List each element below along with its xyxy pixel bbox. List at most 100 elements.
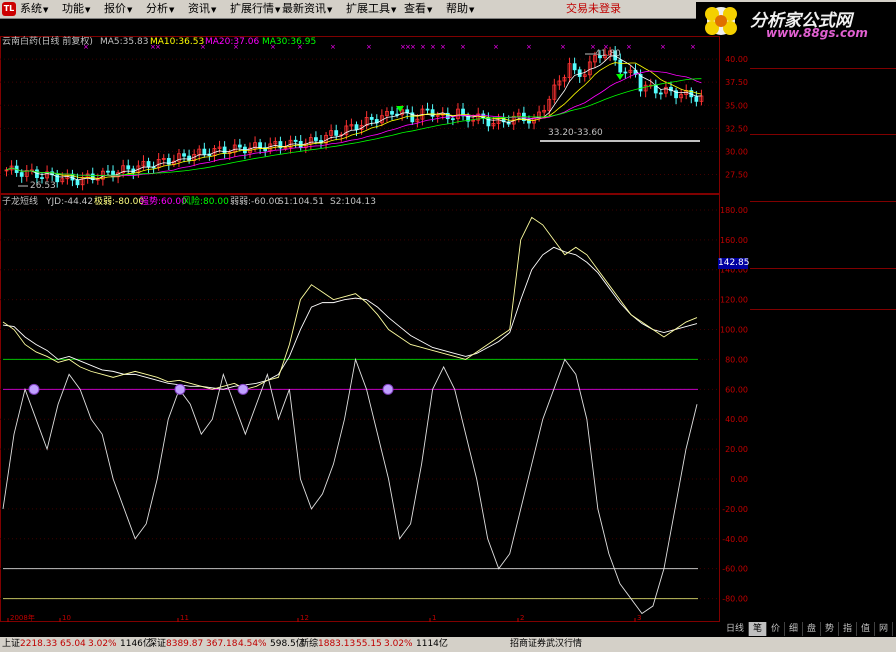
signal-x-mark: × [660,43,666,51]
indicator-tick-label: 160.00 [720,236,748,245]
price-axis: 40.00 37.50 35.00 32.50 30.00 27.50 [725,55,748,179]
tick-row [750,337,896,349]
chevron-down-icon: ▼ [391,6,397,14]
weibi-row [750,56,896,68]
sz-index-label: 深证 [148,639,167,649]
menu-item-1[interactable]: 功能▼ [62,2,90,17]
bottom-tab-7[interactable]: 值 [857,622,875,636]
bottom-tab-2[interactable]: 价 [767,622,785,636]
tick-row [750,454,896,466]
low-price-label: 26.53 [30,181,56,191]
candle-body [70,173,75,181]
indicator-tick-label: 100.00 [720,326,748,335]
bottom-tab-3[interactable]: 细 [785,622,803,636]
menu-item-label: 最新资讯 [282,2,326,15]
sh-index-value: 2218.33 [20,639,58,649]
menu-item-9[interactable]: 帮助▼ [446,2,474,17]
xz-index-value: 1883.13 [318,639,356,649]
signal-x-mark: × [330,43,336,51]
chevron-down-icon: ▼ [275,6,281,14]
tick-row [750,467,896,479]
candle-body [623,71,628,74]
xz-index-change: 55.15 [356,639,382,649]
bottom-tab-8[interactable]: 网 [875,622,893,636]
price-tick-label: 40.00 [725,55,748,64]
signal-x-mark: × [626,43,632,51]
candle-body [258,142,263,149]
menu-item-0[interactable]: 系统▼ [20,2,48,17]
tick-row [750,402,896,414]
signal-face-icon [174,383,186,395]
broker-name: 招商证券武汉行情 [510,639,583,649]
bottom-tab-4[interactable]: 盘 [803,622,821,636]
menu-item-6[interactable]: 最新资讯▼ [282,2,332,17]
indicator-tick-label: 80.00 [725,355,748,364]
sh-index-pct: 3.02% [88,639,117,649]
candle-body [486,117,491,127]
time-tick-label: 11 [180,614,189,622]
candle-body [19,172,24,177]
brand-url[interactable]: www.88gs.com [766,26,868,40]
indicator-cursor-value: 142.85 [718,258,750,269]
price-tick-label: 27.50 [725,171,748,180]
menu-item-7[interactable]: 扩展工具▼ [346,2,396,17]
buy-row [750,162,896,174]
bottom-tab-6[interactable]: 指 [839,622,857,636]
price-grid [0,58,720,176]
candle-body [187,155,192,161]
indicator-tick-label: -20.00 [722,505,748,514]
candle-body [694,96,699,102]
menu-item-3[interactable]: 分析▼ [146,2,174,17]
signal-x-mark: × [493,43,499,51]
high-price-label: 41.80 [595,49,621,59]
stat2-row [750,270,896,282]
xz-index-pct: 3.02% [384,639,413,649]
menu-item-label: 帮助 [446,2,468,15]
s1-line [2,216,698,390]
candle-body [658,92,663,95]
tick-row [750,506,896,518]
buy-row [750,149,896,161]
indicator-lines [2,216,698,615]
menu-item-label: 系统 [20,2,42,15]
signal-x-mark: × [410,43,416,51]
tick-row [750,415,896,427]
tick-row [750,441,896,453]
candle-body [237,144,242,148]
xz-index-label: 新综 [300,639,319,649]
indicator-tick-label: 180.00 [720,206,748,215]
bottom-tab-5[interactable]: 势 [821,622,839,636]
time-tick-label: 10 [62,614,71,622]
panel-separator [750,134,896,135]
chevron-down-icon: ▼ [85,6,91,14]
ma-lines [6,55,702,181]
chart-area[interactable]: 40.0037.5035.0032.5030.0027.50 × × × × × × × × ×… [0,18,750,622]
time-tick-label: 12 [300,614,309,622]
menu-item-4[interactable]: 资讯▼ [188,2,216,17]
chevron-down-icon: ▼ [169,6,175,14]
menu-item-5[interactable]: 扩展行情▼ [230,2,280,17]
sell-row [750,121,896,133]
tick-row [750,428,896,440]
candle-body [618,59,623,73]
menu-item-2[interactable]: 报价▼ [104,2,132,17]
candle-body [334,130,339,136]
candle-body [182,153,186,157]
stat-row [750,229,896,241]
stat-row [750,242,896,254]
menu-item-label: 资讯 [188,2,210,15]
time-axis: 2008年 10 11 12 1 2 3 [7,613,641,622]
menu-item-label: 功能 [62,2,84,15]
buy-row [750,136,896,148]
sh-index-label: 上证 [2,639,21,649]
yjd-line [2,357,698,615]
bottom-tab-0[interactable]: 日线 [722,622,749,636]
tick-row [750,519,896,531]
trade-login-status[interactable]: 交易未登录 [566,2,621,16]
signal-x-mark: × [526,43,532,51]
sell-row [750,95,896,107]
signal-face-icon [28,383,40,395]
menu-item-8[interactable]: 查看▼ [404,2,432,17]
bottom-tab-1[interactable]: 笔 [749,622,767,636]
stock-name: 云南白药(日线 前复权) [2,37,93,47]
